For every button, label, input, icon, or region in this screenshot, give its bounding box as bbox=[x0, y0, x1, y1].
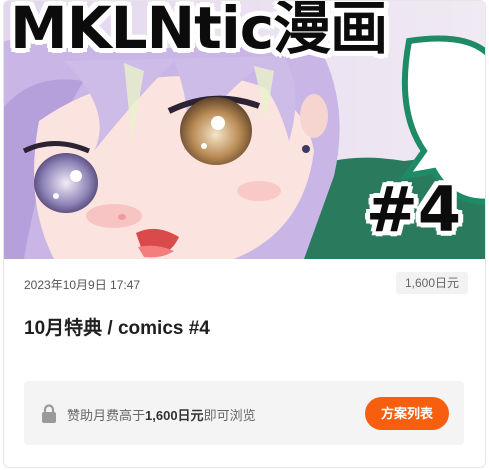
thumbnail-issue-overlay: #4 bbox=[365, 173, 461, 246]
post-meta: 2023年10月9日 17:47 1,600日元 bbox=[4, 269, 485, 299]
plan-list-button[interactable]: 方案列表 bbox=[364, 397, 449, 430]
lock-message-prefix: 赞助月费高于 bbox=[67, 408, 146, 423]
post-card[interactable]: MKLNtic漫画 #4 2023年10月9日 17:47 1,600日元 10… bbox=[3, 0, 486, 468]
thumbnail-title-overlay: MKLNtic漫画 bbox=[10, 1, 388, 62]
price-badge: 1,600日元 bbox=[395, 272, 468, 294]
locked-content-bar: 赞助月费高于1,600日元即可浏览 方案列表 bbox=[24, 381, 464, 445]
lock-message-amount: 1,600日元 bbox=[145, 408, 204, 423]
lock-message-suffix: 即可浏览 bbox=[203, 408, 256, 423]
post-title[interactable]: 10月特典 / comics #4 bbox=[24, 313, 210, 340]
post-date: 2023年10月9日 17:47 bbox=[24, 278, 141, 292]
lock-icon bbox=[42, 404, 56, 423]
lock-message: 赞助月费高于1,600日元即可浏览 bbox=[67, 405, 256, 424]
post-thumbnail[interactable]: MKLNtic漫画 #4 bbox=[4, 1, 485, 259]
